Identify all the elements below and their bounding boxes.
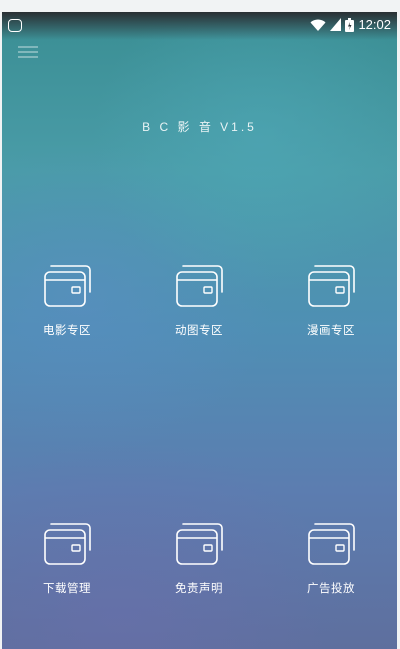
tile-movies[interactable]: 电影专区 <box>17 262 117 352</box>
app-screen: 12:02 B C 影 音 V1.5 电影专区 动图专区 漫画专区 下载管理 免… <box>2 12 397 649</box>
status-bar: 12:02 <box>2 12 397 40</box>
wallet-icon <box>305 520 357 568</box>
tile-label: 动图专区 <box>175 323 223 337</box>
wallet-icon <box>173 520 225 568</box>
tile-comics[interactable]: 漫画专区 <box>281 262 381 352</box>
wallet-icon <box>173 262 225 310</box>
tile-label: 漫画专区 <box>307 323 355 337</box>
app-icon <box>8 19 22 32</box>
status-time: 12:02 <box>358 17 391 32</box>
app-title: B C 影 音 V1.5 <box>142 120 257 134</box>
wallet-icon <box>305 262 357 310</box>
battery-icon <box>345 17 355 32</box>
tile-downloads[interactable]: 下载管理 <box>17 520 117 610</box>
tile-label: 下载管理 <box>43 581 91 595</box>
tile-disclaimer[interactable]: 免责声明 <box>149 520 249 610</box>
tile-label: 电影专区 <box>43 323 91 337</box>
tile-label: 免责声明 <box>175 581 223 595</box>
hamburger-menu-icon[interactable] <box>16 42 40 62</box>
tile-advertising[interactable]: 广告投放 <box>281 520 381 610</box>
signal-icon <box>330 18 342 31</box>
wallet-icon <box>41 520 93 568</box>
status-indicators: 12:02 <box>310 17 391 32</box>
wallet-icon <box>41 262 93 310</box>
tile-label: 广告投放 <box>307 581 355 595</box>
wifi-icon <box>310 19 326 31</box>
tile-gifs[interactable]: 动图专区 <box>149 262 249 352</box>
